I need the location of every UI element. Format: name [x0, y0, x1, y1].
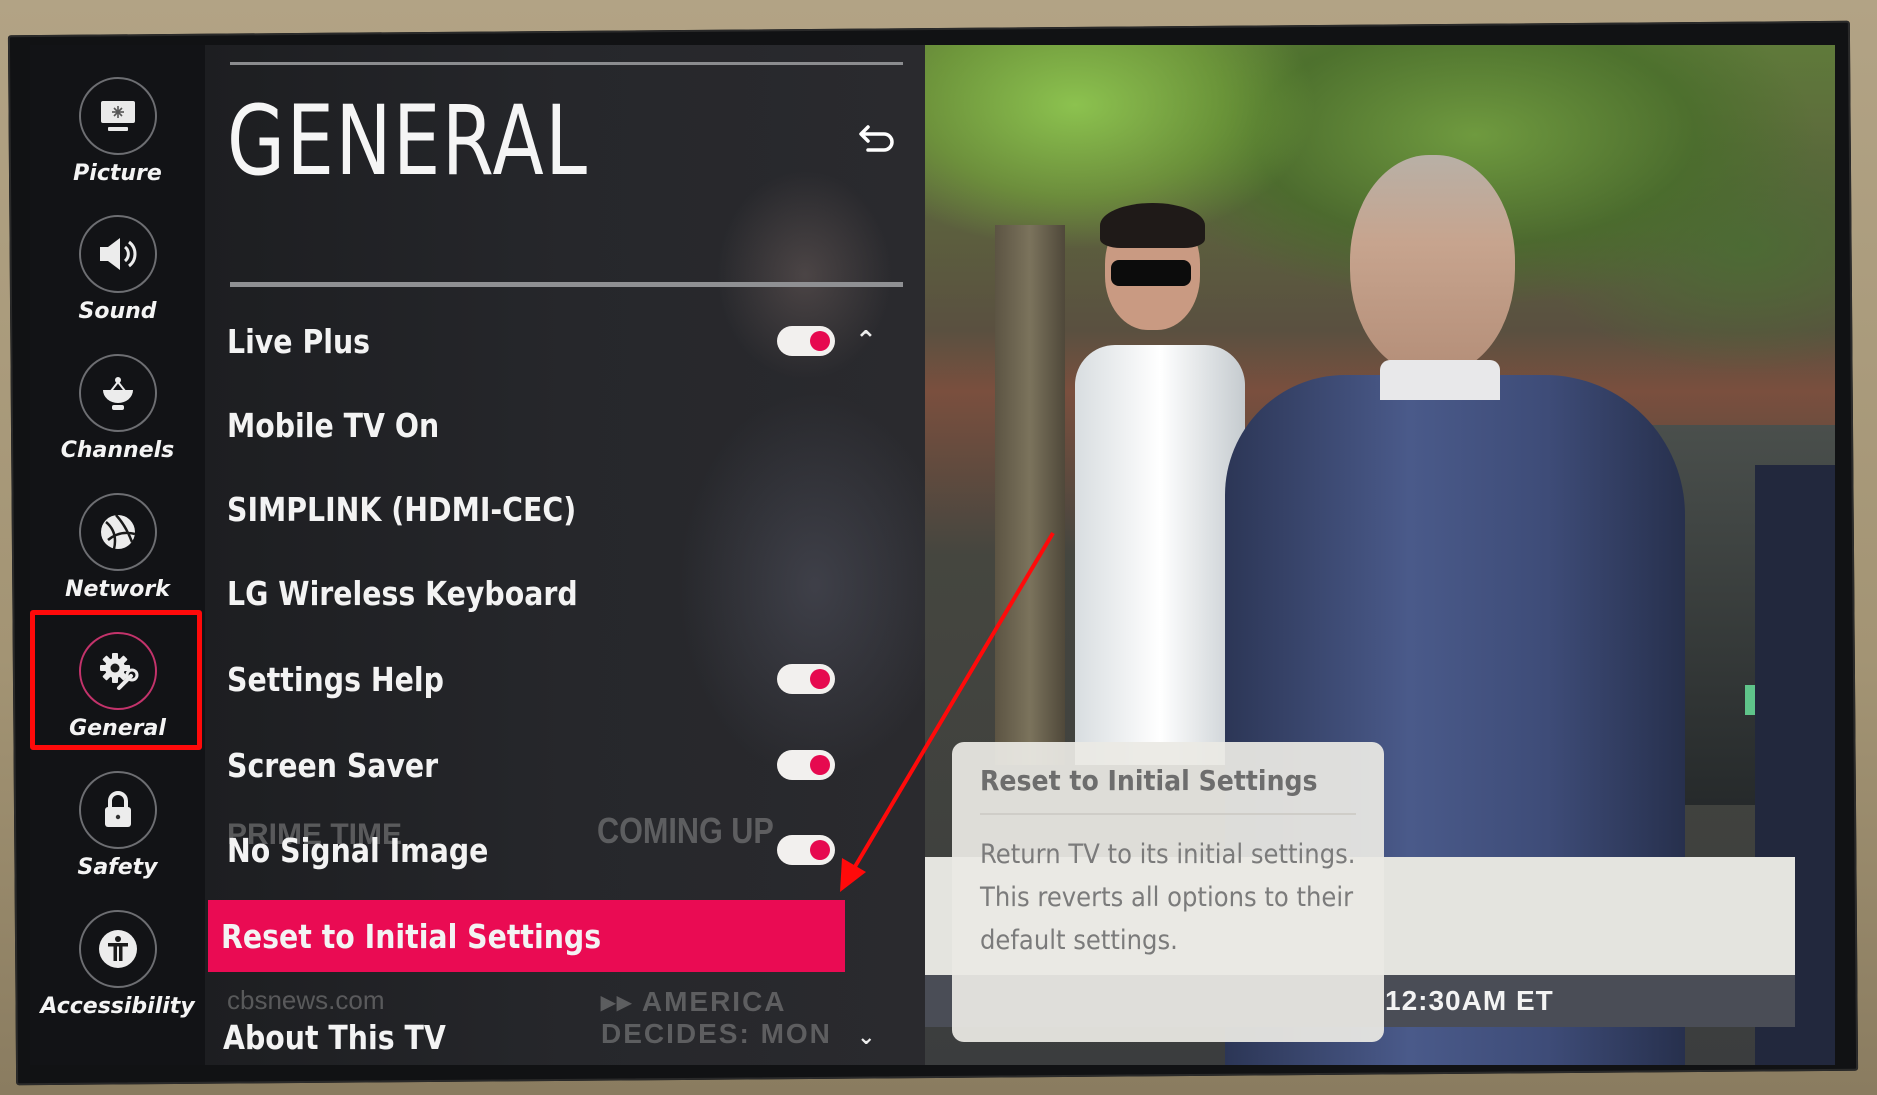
tv-screen: 12:30AM ET GENERAL PRIME TIME COMING UP … [30, 45, 1835, 1065]
no-signal-image-toggle[interactable] [777, 835, 835, 865]
menu-item-label: LG Wireless Keyboard [227, 573, 578, 613]
menu-item-settings-help[interactable]: Settings Help [205, 645, 925, 713]
nav-icon-ring [78, 910, 157, 988]
nav-label: Sound [78, 299, 157, 324]
video-person-suit-head [1350, 155, 1515, 375]
back-arrow-icon [859, 125, 894, 152]
screen-saver-toggle[interactable] [777, 750, 835, 780]
menu-item-live-plus[interactable]: Live Plus ⌃ [205, 307, 925, 375]
menu-item-no-signal-image[interactable]: No Signal Image [205, 816, 925, 884]
toggle-knob [810, 755, 830, 775]
menu-item-label: About This TV [223, 1017, 446, 1057]
tooltip-title: Reset to Initial Settings [980, 764, 1318, 797]
nav-label: Accessibility [40, 994, 195, 1019]
video-tree-trunk [995, 225, 1065, 765]
chevron-down-icon[interactable]: ⌄ [857, 1025, 875, 1050]
menu-item-label: Settings Help [227, 659, 444, 699]
chevron-up-icon[interactable]: ⌃ [855, 326, 877, 356]
menu-item-simplink[interactable]: SIMPLINK (HDMI-CEC) [205, 475, 925, 543]
menu-title: GENERAL [227, 85, 589, 197]
settings-menu-panel: GENERAL PRIME TIME COMING UP cbsnews.com… [205, 45, 925, 1065]
menu-item-reset-to-initial-settings[interactable]: Reset to Initial Settings [208, 900, 928, 972]
menu-item-screen-saver[interactable]: Screen Saver [205, 731, 925, 799]
video-sunglasses [1111, 260, 1191, 286]
nav-icon-ring [78, 215, 157, 293]
menu-item-label: Screen Saver [227, 745, 439, 785]
nav-label: Network [65, 577, 170, 602]
tooltip-divider [980, 813, 1356, 815]
toggle-knob [810, 669, 830, 689]
sidebar-item-picture[interactable]: Picture [30, 65, 205, 203]
menu-item-label: Mobile TV On [227, 405, 440, 445]
toggle-knob [810, 840, 830, 860]
info-tooltip: Reset to Initial Settings Return TV to i… [952, 742, 1384, 1042]
sidebar-item-sound[interactable]: Sound [30, 203, 205, 341]
live-plus-toggle[interactable] [777, 326, 835, 356]
video-person-hair [1100, 203, 1205, 248]
menu-item-label: Reset to Initial Settings [221, 916, 602, 956]
person-accessibility-icon [98, 930, 137, 968]
video-person-white-shirt [1075, 345, 1245, 765]
broadcast-ticker-time: 12:30AM ET [1385, 985, 1554, 1016]
nav-icon-ring [78, 771, 157, 849]
sidebar-item-channels[interactable]: Channels [30, 342, 205, 480]
lock-icon [104, 791, 131, 827]
video-shirt-collar [1380, 360, 1500, 400]
nav-icon-ring [78, 77, 157, 155]
nav-label: Channels [60, 438, 175, 463]
nav-icon-ring [78, 493, 157, 571]
sidebar-item-network[interactable]: Network [30, 481, 205, 619]
menu-item-lg-wireless-keyboard[interactable]: LG Wireless Keyboard [205, 559, 925, 627]
picture-monitor-icon [100, 101, 135, 131]
nav-icon-ring [78, 354, 157, 432]
menu-item-mobile-tv-on[interactable]: Mobile TV On [205, 391, 925, 459]
speaker-icon [99, 238, 136, 270]
menu-item-about-this-tv[interactable]: About This TV ⌄ [205, 1003, 925, 1065]
sidebar-item-accessibility[interactable]: Accessibility [30, 898, 205, 1036]
nav-label: Picture [73, 161, 162, 186]
menu-item-label: Live Plus [227, 321, 371, 361]
globe-network-icon [100, 514, 135, 550]
annotation-highlight-box [30, 610, 202, 750]
menu-top-rule [230, 62, 903, 65]
settings-category-sidebar: Picture Sound Channels Network General S… [30, 45, 205, 1065]
satellite-dish-icon [102, 377, 133, 410]
settings-help-toggle[interactable] [777, 664, 835, 694]
menu-item-label: SIMPLINK (HDMI-CEC) [227, 489, 577, 529]
nav-label: Safety [77, 855, 158, 880]
menu-item-label: No Signal Image [227, 830, 489, 870]
sidebar-item-safety[interactable]: Safety [30, 759, 205, 897]
toggle-knob [810, 331, 830, 351]
menu-header-divider [230, 282, 903, 287]
tooltip-body: Return TV to its initial settings. This … [980, 839, 1356, 956]
back-button[interactable] [855, 120, 899, 160]
